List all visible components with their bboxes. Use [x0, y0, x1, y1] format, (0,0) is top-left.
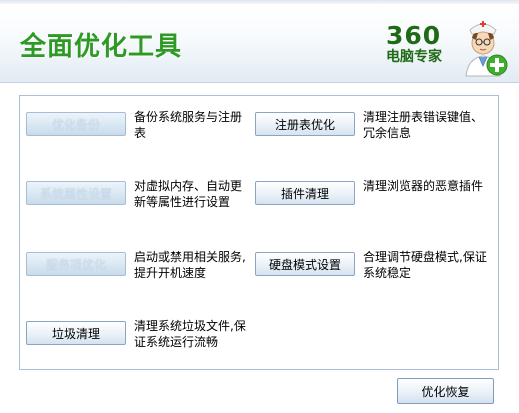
junk-cleanup-desc: 清理系统垃圾文件,保证系统运行流畅	[134, 319, 246, 349]
system-properties-desc: 对虚拟内存、自动更新等属性进行设置	[134, 179, 243, 209]
page-title: 全面优化工具	[20, 32, 183, 62]
doctor-mascot-icon	[465, 21, 508, 77]
backup-optimization-button[interactable]: 优化备份	[26, 112, 126, 136]
service-optimization-desc: 启动或禁用相关服务,提升开机速度	[134, 250, 246, 280]
junk-cleanup-button[interactable]: 垃圾清理	[26, 321, 126, 345]
disk-mode-desc: 合理调节硬盘模式,保证系统稳定	[363, 250, 487, 280]
restore-optimization-button[interactable]: 优化恢复	[397, 378, 494, 404]
registry-optimization-desc: 清理注册表错误键值、冗余信息	[363, 110, 484, 140]
backup-optimization-desc: 备份系统服务与注册表	[134, 110, 243, 140]
brand-subtitle: 电脑专家	[386, 49, 442, 65]
service-optimization-button[interactable]: 服务项优化	[26, 252, 126, 276]
plugin-cleanup-button[interactable]: 插件清理	[255, 181, 355, 205]
registry-optimization-button[interactable]: 注册表优化	[255, 112, 355, 136]
tools-panel: 优化备份 备份系统服务与注册表 注册表优化 清理注册表错误键值、冗余信息 系统属…	[19, 95, 499, 370]
plugin-cleanup-desc: 清理浏览器的恶意插件	[363, 179, 484, 193]
disk-mode-button[interactable]: 硬盘模式设置	[255, 252, 355, 276]
brand-number: 360	[386, 21, 442, 50]
system-properties-button[interactable]: 系统属性设置	[26, 181, 126, 205]
brand-logo: 360 电脑专家	[386, 21, 458, 66]
header-banner: 全面优化工具 360 电脑专家	[0, 4, 519, 83]
